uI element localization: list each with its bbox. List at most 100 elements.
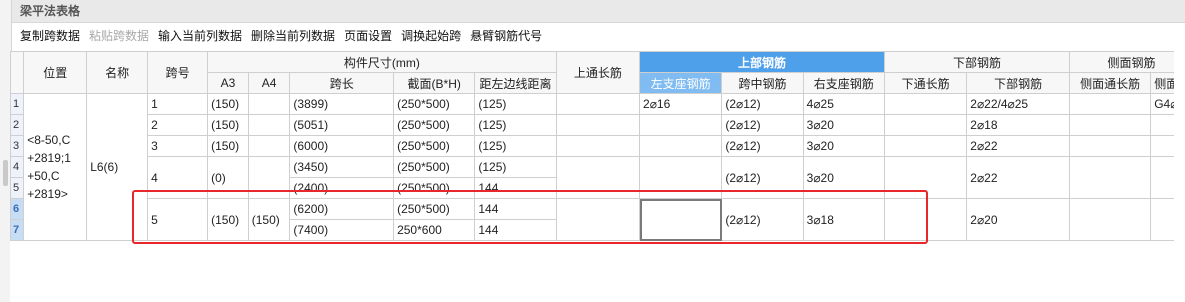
right-support-cell[interactable]: 3⌀20 xyxy=(802,156,885,199)
right-support-cell[interactable]: 3⌀20 xyxy=(802,114,885,136)
a4-cell[interactable] xyxy=(247,135,291,157)
side-through-cell[interactable] xyxy=(1068,198,1152,241)
span-length-cell[interactable]: (6200) xyxy=(289,198,395,220)
a4-cell[interactable] xyxy=(247,93,291,115)
input-column-button[interactable]: 输入当前列数据 xyxy=(158,27,242,44)
mid-span-cell[interactable]: (2⌀12) xyxy=(721,114,804,136)
a3-cell[interactable]: (150) xyxy=(207,135,249,157)
span-length-cell[interactable]: (7400) xyxy=(289,219,395,241)
a3-cell[interactable]: (150) xyxy=(207,198,249,241)
bottom-through-cell[interactable] xyxy=(883,198,968,241)
edge-distance-cell[interactable]: (125) xyxy=(474,135,557,157)
splitter-handle[interactable] xyxy=(3,160,8,186)
side-original-cell[interactable] xyxy=(1150,156,1174,199)
section-cell[interactable]: (250*500) xyxy=(393,93,476,115)
bottom-rebar-cell[interactable]: 2⌀20 xyxy=(966,198,1070,241)
a3-cell[interactable]: (0) xyxy=(207,156,249,199)
swap-start-span-button[interactable]: 调换起始跨 xyxy=(401,27,461,44)
row-number[interactable]: 4 xyxy=(10,156,25,178)
section-cell[interactable]: 250*600 xyxy=(393,219,476,241)
mid-span-cell[interactable]: (2⌀12) xyxy=(721,135,804,157)
a4-cell[interactable] xyxy=(247,156,291,199)
paste-span-button[interactable]: 粘贴跨数据 xyxy=(89,27,149,44)
delete-column-button[interactable]: 删除当前列数据 xyxy=(251,27,335,44)
side-through-cell[interactable] xyxy=(1068,114,1152,136)
edge-distance-cell[interactable]: (125) xyxy=(474,114,557,136)
page-setup-button[interactable]: 页面设置 xyxy=(344,27,392,44)
top-through-cell[interactable] xyxy=(555,114,641,136)
table-row: 3 3 (150) (6000) (250*500) (125) (2⌀12) … xyxy=(10,135,1174,157)
a4-cell[interactable] xyxy=(247,114,291,136)
left-support-cell[interactable] xyxy=(639,156,723,199)
edge-distance-cell[interactable]: (125) xyxy=(474,156,557,178)
edge-distance-cell[interactable]: 144 xyxy=(474,177,557,199)
edge-distance-cell[interactable]: (125) xyxy=(474,93,557,115)
right-support-cell[interactable]: 4⌀25 xyxy=(802,93,885,115)
side-original-cell[interactable]: G4⌀10 xyxy=(1150,93,1174,115)
header-name: 名称 xyxy=(86,51,149,94)
side-original-cell[interactable] xyxy=(1150,198,1174,241)
a3-cell[interactable]: (150) xyxy=(207,93,249,115)
mid-span-cell[interactable]: (2⌀12) xyxy=(721,156,804,199)
span-no-cell[interactable]: 5 xyxy=(147,198,209,241)
span-no-cell[interactable]: 3 xyxy=(147,135,209,157)
section-cell[interactable]: (250*500) xyxy=(393,198,476,220)
span-no-cell[interactable]: 2 xyxy=(147,114,209,136)
cantilever-code-button[interactable]: 悬臂钢筋代号 xyxy=(470,27,542,44)
span-length-cell[interactable]: (6000) xyxy=(289,135,395,157)
span-length-cell[interactable]: (5051) xyxy=(289,114,395,136)
table-row: 2 2 (150) (5051) (250*500) (125) (2⌀12) … xyxy=(10,114,1174,136)
panel-title: 梁平法表格 xyxy=(12,0,1185,23)
left-support-cell[interactable]: 2⌀16 xyxy=(639,93,723,115)
row-number[interactable]: 7 xyxy=(10,219,25,241)
header-left-support: 左支座钢筋 xyxy=(639,72,723,94)
beam-name-cell[interactable]: L6(6) xyxy=(86,93,149,241)
top-through-cell[interactable] xyxy=(555,135,641,157)
beam-position-cell[interactable]: <8-50,C +2819;1 +50,C +2819> xyxy=(23,93,88,241)
span-length-cell[interactable]: (2400) xyxy=(289,177,395,199)
a3-cell[interactable]: (150) xyxy=(207,114,249,136)
top-through-cell[interactable] xyxy=(555,198,641,241)
row-number[interactable]: 3 xyxy=(10,135,25,157)
bottom-rebar-cell[interactable]: 2⌀22 xyxy=(966,156,1070,199)
copy-span-button[interactable]: 复制跨数据 xyxy=(20,27,80,44)
left-support-cell[interactable] xyxy=(639,114,723,136)
section-cell[interactable]: (250*500) xyxy=(393,135,476,157)
side-through-cell[interactable] xyxy=(1068,135,1152,157)
row-number[interactable]: 2 xyxy=(10,114,25,136)
bottom-rebar-cell[interactable]: 2⌀18 xyxy=(966,114,1070,136)
header-a4: A4 xyxy=(247,72,291,94)
bottom-through-cell[interactable] xyxy=(883,156,968,199)
span-length-cell[interactable]: (3899) xyxy=(289,93,395,115)
section-cell[interactable]: (250*500) xyxy=(393,156,476,178)
span-no-cell[interactable]: 1 xyxy=(147,93,209,115)
row-number[interactable]: 6 xyxy=(10,198,25,220)
side-original-cell[interactable] xyxy=(1150,135,1174,157)
row-number[interactable]: 1 xyxy=(10,93,25,115)
bottom-rebar-cell[interactable]: 2⌀22/4⌀25 xyxy=(966,93,1070,115)
side-through-cell[interactable] xyxy=(1068,156,1152,199)
header-position: 位置 xyxy=(23,51,88,94)
section-cell[interactable]: (250*500) xyxy=(393,177,476,199)
top-through-cell[interactable] xyxy=(555,93,641,115)
mid-span-cell[interactable]: (2⌀12) xyxy=(721,198,804,241)
mid-span-cell[interactable]: (2⌀12) xyxy=(721,93,804,115)
side-through-cell[interactable] xyxy=(1068,93,1152,115)
span-no-cell[interactable]: 4 xyxy=(147,156,209,199)
bottom-through-cell[interactable] xyxy=(883,135,968,157)
left-support-cell[interactable] xyxy=(639,135,723,157)
a4-cell[interactable]: (150) xyxy=(247,198,291,241)
edge-distance-cell[interactable]: 144 xyxy=(474,219,557,241)
right-support-cell[interactable]: 3⌀20 xyxy=(802,135,885,157)
edge-distance-cell[interactable]: 144 xyxy=(474,198,557,220)
bottom-rebar-cell[interactable]: 2⌀22 xyxy=(966,135,1070,157)
bottom-through-cell[interactable] xyxy=(883,93,968,115)
top-through-cell[interactable] xyxy=(555,156,641,199)
side-original-cell[interactable] xyxy=(1150,114,1174,136)
span-length-cell[interactable]: (3450) xyxy=(289,156,395,178)
bottom-through-cell[interactable] xyxy=(883,114,968,136)
left-support-cell-selected[interactable] xyxy=(639,198,723,241)
right-support-cell[interactable]: 3⌀18 xyxy=(802,198,885,241)
section-cell[interactable]: (250*500) xyxy=(393,114,476,136)
row-number[interactable]: 5 xyxy=(10,177,25,199)
